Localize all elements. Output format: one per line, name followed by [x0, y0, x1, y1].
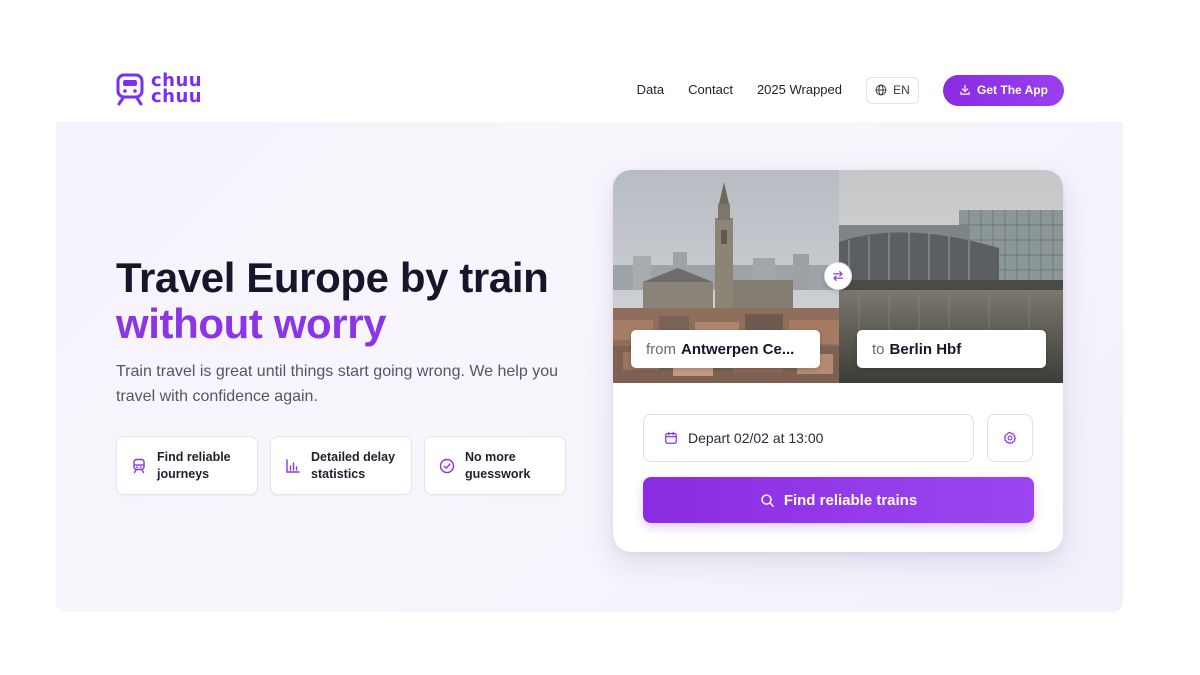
hero-headline: Travel Europe by train without worry: [116, 254, 549, 347]
feature-label-guesswork: No more guesswork: [465, 449, 531, 481]
site-header: chuu chuu Data Contact 2025 Wrapped EN G…: [0, 0, 1200, 122]
feature-label-statistics: Detailed delay statistics: [311, 449, 396, 481]
departure-time-field[interactable]: Depart 02/02 at 13:00: [643, 414, 974, 462]
find-trains-button[interactable]: Find reliable trains: [643, 477, 1034, 523]
to-station-field[interactable]: to Berlin Hbf: [857, 330, 1046, 368]
hero-subtext: Train travel is great until things start…: [116, 363, 558, 405]
language-label: EN: [893, 83, 910, 97]
search-icon: [761, 493, 774, 507]
to-station-name: Berlin Hbf: [889, 340, 962, 358]
swap-stations-button[interactable]: [824, 262, 852, 290]
from-prefix: from: [646, 340, 676, 358]
departure-label: Depart 02/02 at 13:00: [688, 430, 824, 446]
from-station-name: Antwerpen Ce...: [681, 340, 795, 358]
language-selector[interactable]: EN: [866, 76, 919, 104]
get-app-label: Get The App: [977, 83, 1048, 97]
headline-accent: without worry: [116, 300, 387, 347]
check-circle-icon: [439, 458, 455, 473]
search-settings-button[interactable]: [987, 414, 1033, 462]
nav-link-wrapped[interactable]: 2025 Wrapped: [757, 75, 842, 105]
main-nav: Data Contact 2025 Wrapped EN Get The App: [637, 74, 1064, 106]
feature-list: Find reliable journeys Detailed delay st…: [116, 436, 566, 495]
to-prefix: to: [872, 340, 885, 358]
gear-icon: [1003, 431, 1017, 445]
calendar-icon: [665, 431, 677, 444]
download-icon: [960, 84, 970, 95]
train-face-icon: [116, 73, 144, 106]
get-app-button[interactable]: Get The App: [943, 74, 1064, 106]
nav-link-contact[interactable]: Contact: [688, 75, 733, 105]
bar-chart-icon: [286, 458, 300, 473]
headline-line-1: Travel Europe by train: [116, 254, 549, 301]
logo-line-2: chuu: [151, 86, 203, 107]
swap-arrows-icon: [833, 271, 843, 281]
find-trains-label: Find reliable trains: [783, 491, 918, 509]
journey-search-card: from Antwerpen Ce... to Berlin Hbf Depar…: [613, 170, 1063, 552]
logo-wordmark: chuu chuu: [151, 72, 203, 107]
feature-card-statistics: Detailed delay statistics: [270, 436, 412, 495]
feature-card-reliable: Find reliable journeys: [116, 436, 258, 495]
from-station-field[interactable]: from Antwerpen Ce...: [631, 330, 820, 368]
globe-icon: [875, 84, 887, 96]
logo-link[interactable]: chuu chuu: [115, 72, 202, 106]
nav-link-data[interactable]: Data: [637, 75, 664, 105]
feature-label-reliable: Find reliable journeys: [157, 449, 231, 481]
feature-card-guesswork: No more guesswork: [424, 436, 566, 495]
train-icon: [133, 458, 145, 473]
